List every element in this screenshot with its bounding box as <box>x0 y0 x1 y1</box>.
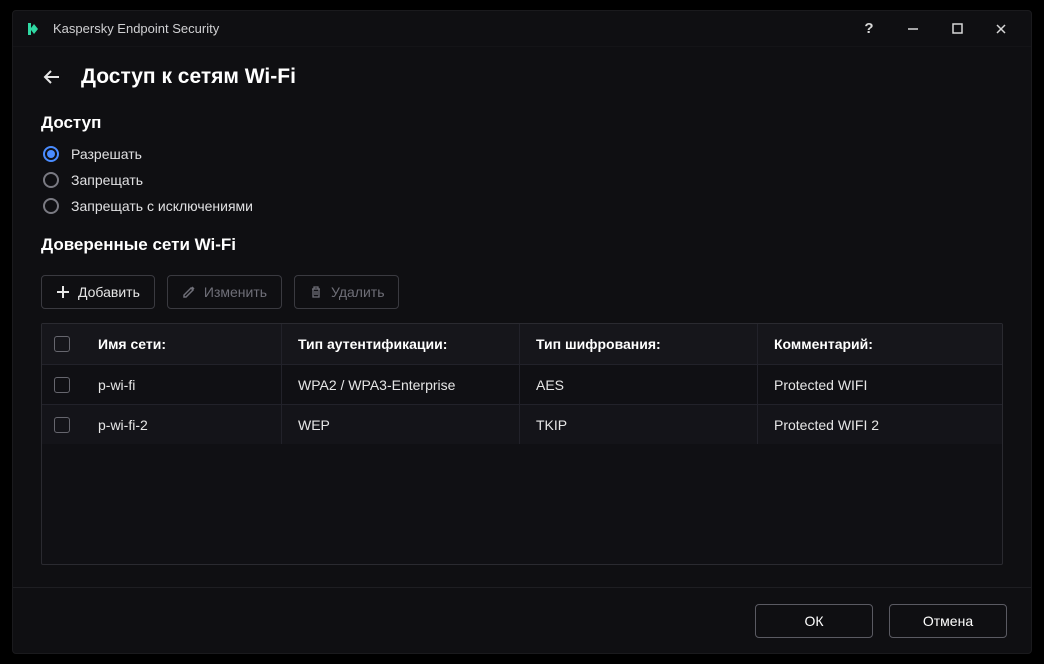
access-radio-group: Разрешать Запрещать Запрещать с исключен… <box>41 141 1003 219</box>
help-button[interactable]: ? <box>847 11 891 47</box>
col-name[interactable]: Имя сети: <box>82 324 282 364</box>
radio-icon <box>43 172 59 188</box>
page-title: Доступ к сетям Wi-Fi <box>81 65 296 89</box>
cell-auth: WEP <box>282 405 520 444</box>
plus-icon <box>56 285 70 299</box>
app-logo-icon <box>25 20 43 38</box>
cell-comment: Protected WIFI <box>758 365 1002 404</box>
wifi-table: Имя сети: Тип аутентификации: Тип шифров… <box>41 323 1003 565</box>
app-window: Kaspersky Endpoint Security ? Доступ к с… <box>12 10 1032 654</box>
delete-button-label: Удалить <box>331 284 384 300</box>
trusted-section-title: Доверенные сети Wi-Fi <box>41 235 1003 255</box>
access-radio-deny-except[interactable]: Запрещать с исключениями <box>43 193 1003 219</box>
select-all-checkbox[interactable] <box>54 336 70 352</box>
ok-button-label: ОК <box>804 613 823 629</box>
add-button[interactable]: Добавить <box>41 275 155 309</box>
content-area: Доступ к сетям Wi-Fi Доступ Разрешать За… <box>13 47 1031 587</box>
radio-label: Запрещать с исключениями <box>71 198 253 214</box>
col-comment[interactable]: Комментарий: <box>758 324 1002 364</box>
cancel-button[interactable]: Отмена <box>889 604 1007 638</box>
cancel-button-label: Отмена <box>923 613 973 629</box>
minimize-button[interactable] <box>891 11 935 47</box>
col-enc[interactable]: Тип шифрования: <box>520 324 758 364</box>
cell-name: p-wi-fi-2 <box>82 405 282 444</box>
toolbar: Добавить Изменить Удалить <box>41 275 1003 309</box>
radio-icon <box>43 146 59 162</box>
footer: ОК Отмена <box>13 587 1031 653</box>
cell-name: p-wi-fi <box>82 365 282 404</box>
cell-enc: AES <box>520 365 758 404</box>
page-header: Доступ к сетям Wi-Fi <box>41 65 1003 89</box>
access-section-title: Доступ <box>41 113 1003 133</box>
titlebar: Kaspersky Endpoint Security ? <box>13 11 1031 47</box>
close-button[interactable] <box>979 11 1023 47</box>
table-row[interactable]: p-wi-fi-2 WEP TKIP Protected WIFI 2 <box>42 404 1002 444</box>
trash-icon <box>309 285 323 299</box>
maximize-button[interactable] <box>935 11 979 47</box>
cell-auth: WPA2 / WPA3-Enterprise <box>282 365 520 404</box>
edit-button-label: Изменить <box>204 284 267 300</box>
access-radio-deny[interactable]: Запрещать <box>43 167 1003 193</box>
table-header: Имя сети: Тип аутентификации: Тип шифров… <box>42 324 1002 364</box>
edit-button[interactable]: Изменить <box>167 275 282 309</box>
app-title: Kaspersky Endpoint Security <box>53 21 219 36</box>
pencil-icon <box>182 285 196 299</box>
back-button[interactable] <box>41 66 63 88</box>
ok-button[interactable]: ОК <box>755 604 873 638</box>
access-radio-allow[interactable]: Разрешать <box>43 141 1003 167</box>
radio-icon <box>43 198 59 214</box>
col-auth[interactable]: Тип аутентификации: <box>282 324 520 364</box>
row-checkbox[interactable] <box>54 417 70 433</box>
cell-enc: TKIP <box>520 405 758 444</box>
radio-label: Разрешать <box>71 146 142 162</box>
radio-label: Запрещать <box>71 172 143 188</box>
add-button-label: Добавить <box>78 284 140 300</box>
cell-comment: Protected WIFI 2 <box>758 405 1002 444</box>
delete-button[interactable]: Удалить <box>294 275 399 309</box>
table-row[interactable]: p-wi-fi WPA2 / WPA3-Enterprise AES Prote… <box>42 364 1002 404</box>
row-checkbox[interactable] <box>54 377 70 393</box>
